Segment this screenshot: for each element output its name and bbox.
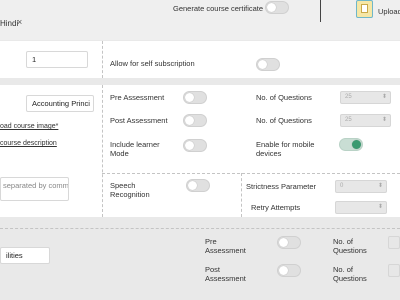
remove-language-icon[interactable]: × [17,18,22,27]
document-icon [361,4,368,13]
toggle-knob [267,3,276,12]
post-assessment-label: Post Assessment [110,116,168,125]
mobile-devices-label: Enable for mobile devices [256,140,315,158]
course-name-input[interactable]: Accounting Princi [26,95,94,112]
top-bar: Hindi × Generate course certificate Uplo… [0,0,400,40]
toggle-knob [185,93,194,102]
lower-questions-label-1: No. of Questions [333,237,367,255]
post-assessment-toggle[interactable] [183,114,207,127]
chevron-down-icon: ⬍ [381,117,387,123]
settings-panel: 1 Allow for self subscription [0,41,400,78]
upload-label[interactable]: Upload [378,7,400,16]
generate-certificate-label: Generate course certificate [173,4,264,13]
chevron-down-icon: ⬍ [381,94,387,100]
questions-label-2: No. of Questions [256,116,312,125]
lower-questions-select-2[interactable] [388,264,400,277]
questions-value-1: 25 [345,94,352,100]
generate-certificate-toggle[interactable] [265,1,289,14]
course-panel: Accounting Princi oad course image* cour… [0,85,400,217]
retry-attempts-select[interactable]: ⬍ [335,201,387,214]
strictness-label: Strictness Parameter [246,182,317,191]
questions-label-1: No. of Questions [256,93,312,102]
toggle-knob [352,140,361,149]
quantity-input[interactable]: 1 [26,51,88,68]
speech-recognition-toggle[interactable] [186,179,210,192]
language-tag: Hindi [0,19,19,28]
strictness-select[interactable]: 0 ⬍ [335,180,387,193]
lower-post-assessment-toggle[interactable] [277,264,301,277]
mobile-devices-toggle[interactable] [339,138,363,151]
lower-field-input[interactable]: ilities [0,247,50,264]
lower-pre-assessment-label: Pre Assessment [205,237,246,255]
speech-recognition-label: Speech Recognition [110,181,150,199]
toggle-knob [258,60,267,69]
upload-course-image-link[interactable]: oad course image* [0,123,58,130]
column-divider [102,41,103,78]
chevron-down-icon: ⬍ [377,183,383,189]
section-divider [102,173,400,174]
column-divider [241,173,242,217]
toggle-knob [279,238,288,247]
pre-assessment-label: Pre Assessment [110,93,165,102]
self-subscription-label: Allow for self subscription [110,59,195,68]
pre-assessment-toggle[interactable] [183,91,207,104]
learner-mode-label: Include learner Mode [110,140,160,158]
chevron-down-icon: ⬍ [377,204,383,210]
learner-mode-toggle[interactable] [183,139,207,152]
questions-select-1[interactable]: 25 ⬍ [340,91,391,104]
course-settings-page: Hindi × Generate course certificate Uplo… [0,0,400,300]
strictness-value: 0 [340,183,344,189]
tags-input[interactable]: separated by comma [0,177,69,201]
upload-icon[interactable] [356,0,373,18]
column-divider [102,85,103,217]
toggle-knob [185,116,194,125]
questions-value-2: 25 [345,117,352,123]
self-subscription-toggle[interactable] [256,58,280,71]
divider [320,0,321,22]
toggle-knob [185,141,194,150]
retry-attempts-label: Retry Attempts [251,203,301,212]
toggle-knob [279,266,288,275]
course-description-link[interactable]: course description [0,140,57,147]
lower-pre-assessment-toggle[interactable] [277,236,301,249]
section-divider [0,228,400,229]
questions-select-2[interactable]: 25 ⬍ [340,114,391,127]
toggle-knob [188,181,197,190]
lower-questions-label-2: No. of Questions [333,265,367,283]
lower-post-assessment-label: Post Assessment [205,265,246,283]
lower-questions-select-1[interactable] [388,236,400,249]
